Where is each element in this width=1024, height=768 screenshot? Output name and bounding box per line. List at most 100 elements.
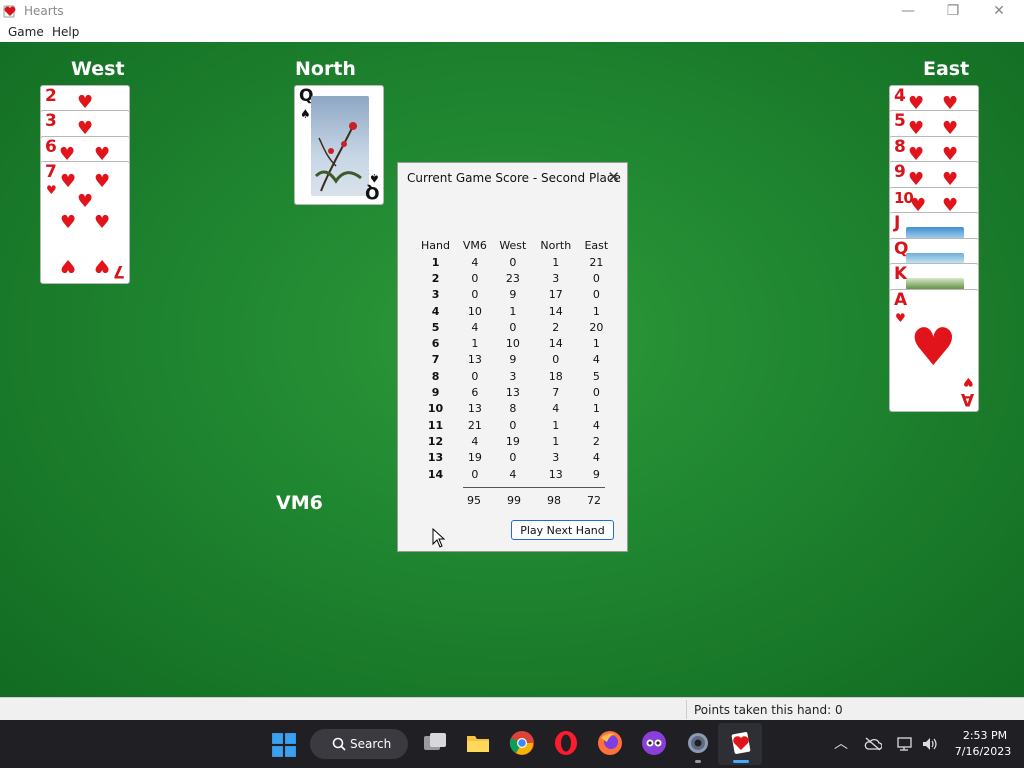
dialog-close-button[interactable]: ✕ — [607, 168, 620, 186]
score-vm6: 0 — [471, 369, 479, 383]
score-vm6: 10 — [467, 304, 482, 318]
score-vm6: 4 — [471, 320, 479, 334]
heart-icon: ♥ — [94, 171, 111, 192]
card-rank-bottom: 7 — [113, 261, 125, 281]
score-east: 9 — [592, 467, 600, 481]
menu-help[interactable]: Help — [52, 25, 79, 39]
score-north: 4 — [552, 402, 560, 416]
score-north: 3 — [552, 451, 560, 465]
score-row: 1 4 0 1 21 — [414, 254, 614, 270]
mouse-cursor-icon — [432, 528, 446, 548]
header-north: North — [540, 239, 572, 252]
firefox-icon[interactable] — [597, 730, 623, 756]
score-row: 2 0 23 3 0 — [414, 270, 614, 286]
score-east: 1 — [592, 304, 600, 318]
total-vm6: 95 — [467, 493, 481, 507]
score-west: 0 — [509, 418, 517, 432]
card-rank: 8 — [894, 137, 906, 157]
score-east: 0 — [592, 271, 600, 285]
opera-icon[interactable] — [553, 730, 579, 756]
file-explorer-icon[interactable] — [465, 730, 491, 756]
heart-icon: ♥ — [60, 212, 77, 233]
west-card-7-hearts[interactable]: 7 ♥ ♥ ♥ ♥ ♥ ♥ ♥ ♥ 7 — [40, 161, 130, 284]
score-north: 14 — [548, 337, 563, 351]
score-table: Hand VM6 West North East 1 4 0 1 21 2 0 23 3 0 3 0 9… — [414, 237, 614, 482]
heart-icon: ♥ — [77, 191, 94, 212]
score-row: 11 21 0 1 4 — [414, 417, 614, 433]
hand-number: 14 — [427, 467, 444, 481]
score-north: 13 — [548, 467, 563, 481]
player-west-name: West — [71, 58, 125, 80]
hand-number: 3 — [431, 288, 440, 302]
score-north: 2 — [552, 320, 560, 334]
score-vm6: 4 — [471, 255, 479, 269]
card-rank: A — [894, 290, 908, 310]
score-north: 1 — [552, 434, 560, 448]
spade-icon: ♠ — [300, 107, 311, 121]
menu-game[interactable]: Game — [8, 25, 44, 39]
card-rank: 9 — [894, 162, 906, 182]
hand-number: 5 — [431, 320, 440, 334]
total-east: 72 — [587, 493, 601, 507]
onedrive-icon[interactable] — [864, 737, 882, 751]
score-east: 1 — [592, 402, 600, 416]
play-next-hand-button[interactable]: Play Next Hand — [511, 520, 614, 540]
heart-icon: ♥ — [60, 171, 77, 192]
score-west: 0 — [509, 451, 517, 465]
header-hand: Hand — [421, 239, 450, 252]
heart-icon: ♥ — [94, 255, 111, 276]
player-south-name: VM6 — [276, 492, 323, 514]
score-west: 1 — [509, 304, 517, 318]
hand-number: 9 — [431, 386, 440, 400]
heart-icon: ♥ — [910, 318, 957, 378]
score-vm6: 13 — [467, 353, 482, 367]
player-north-name: North — [295, 58, 356, 80]
hearts-icon[interactable] — [728, 730, 754, 756]
score-row: 13 19 0 3 4 — [414, 450, 614, 466]
settings-running-indicator — [695, 760, 701, 763]
clock-time[interactable]: 2:53 PM — [955, 729, 1015, 742]
score-east: 20 — [589, 320, 604, 334]
heart-icon: ♥ — [94, 212, 111, 233]
card-rank-bottom: A — [960, 389, 974, 409]
task-view-icon[interactable] — [422, 730, 448, 756]
totals-spacer — [414, 493, 454, 507]
score-west: 10 — [505, 337, 520, 351]
score-west: 3 — [509, 369, 517, 383]
north-card-queen-spades: Q ♠ ♠ Q — [294, 85, 384, 205]
heart-icon: ♥ — [60, 255, 77, 276]
network-icon[interactable] — [896, 736, 914, 752]
maximize-button[interactable]: ❐ — [930, 0, 976, 22]
taskbar-search[interactable]: Search — [310, 729, 408, 759]
close-window-button[interactable]: ✕ — [976, 0, 1022, 22]
minimize-button[interactable]: — — [885, 0, 931, 22]
volume-icon[interactable] — [921, 736, 939, 752]
menu-bar: Game Help — [0, 22, 1024, 42]
score-vm6: 6 — [471, 386, 479, 400]
score-row: 12 4 19 1 2 — [414, 433, 614, 449]
hand-number: 7 — [431, 353, 440, 367]
chrome-icon[interactable] — [509, 730, 535, 756]
hand-number: 8 — [431, 369, 440, 383]
score-vm6: 0 — [471, 271, 479, 285]
hand-number: 12 — [427, 434, 444, 448]
clock-date[interactable]: 7/16/2023 — [950, 745, 1016, 758]
dialog-title: Current Game Score - Second Place — [407, 171, 621, 185]
status-bar: Points taken this hand: 0 — [0, 697, 1024, 721]
hand-number: 1 — [431, 255, 440, 269]
score-row: 3 0 9 17 0 — [414, 287, 614, 303]
hearts-running-indicator — [733, 760, 749, 763]
score-row: 7 13 9 0 4 — [414, 352, 614, 368]
chevron-up-icon[interactable]: ︿ — [834, 733, 848, 753]
settings-icon[interactable] — [685, 730, 711, 756]
start-icon[interactable] — [271, 732, 297, 758]
score-header-row: Hand VM6 West North East — [414, 237, 614, 254]
app-icon[interactable] — [641, 730, 667, 756]
score-east: 4 — [592, 418, 600, 432]
score-vm6: 13 — [467, 402, 482, 416]
score-vm6: 19 — [467, 451, 482, 465]
total-west: 99 — [507, 493, 521, 507]
title-bar: Hearts — ❐ ✕ — [0, 0, 1024, 22]
score-row: 8 0 3 18 5 — [414, 368, 614, 384]
score-east: 2 — [592, 434, 600, 448]
